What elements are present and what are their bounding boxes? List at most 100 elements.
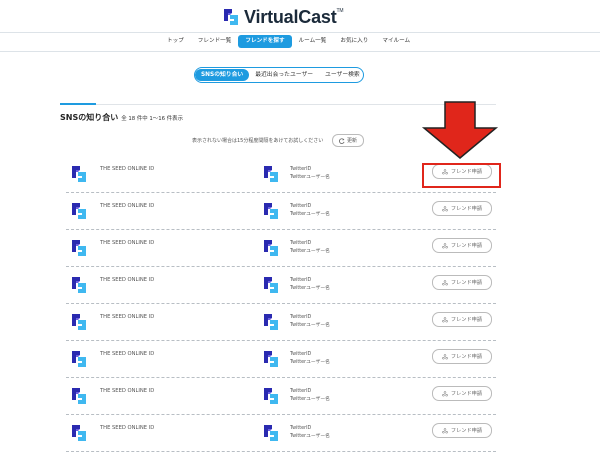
seed-avatar-icon [72,388,86,404]
twitter-name: Twitterユーザー名 [290,397,330,402]
list-item: THE SEED ONLINE ID TwitterID Twitterユーザー名 フ… [66,267,496,304]
seed-avatar-icon [72,425,86,441]
subtab-0[interactable]: SNSの知り合い [195,69,250,81]
twitter-id: TwitterID [290,204,312,209]
friend-list: THE SEED ONLINE ID TwitterID Twitterユーザー名フ… [66,156,496,452]
seed-avatar-icon [72,166,86,182]
list-item: THE SEED ONLINE ID TwitterID Twitterユーザー名フ… [66,415,496,452]
refresh-label: 更新 [346,138,357,144]
friend-request-label: フレンド申請 [450,317,483,323]
friend-request-icon [442,390,448,396]
twitter-avatar-icon [264,240,278,256]
nav-item-3[interactable]: ルーム一覧 [292,35,334,48]
virtualcast-logo-icon[interactable] [222,7,240,27]
seed-online-id: THE SEED ONLINE ID [100,314,155,320]
friend-request-button[interactable]: フレンド申請 [432,386,492,401]
twitter-info: TwitterID Twitterユーザー名 [290,314,330,330]
nav-item-2[interactable]: フレンドを探す [238,35,292,48]
section-divider-accent [60,103,96,105]
twitter-avatar-icon [264,425,278,441]
friend-request-icon [442,316,448,322]
twitter-info: TwitterID Twitterユーザー名 [290,203,330,219]
twitter-info: TwitterID Twitterユーザー名 [290,240,330,256]
twitter-id: TwitterID [290,315,312,320]
friend-request-icon [442,205,448,211]
friend-request-button[interactable]: フレンド申請 [432,201,492,216]
twitter-info: TwitterID Twitterユーザー名 [290,277,330,293]
seed-avatar-icon [72,351,86,367]
twitter-avatar-icon [264,351,278,367]
friend-request-label: フレンド申請 [450,354,483,360]
highlight-box [422,163,501,188]
seed-online-id: THE SEED ONLINE ID [100,277,155,283]
list-item: THE SEED ONLINE ID TwitterID Twitterユーザー名 フ… [66,341,496,378]
list-item: THE SEED ONLINE ID TwitterID Twitterユーザー名 フ… [66,378,496,415]
twitter-name: Twitterユーザー名 [290,434,330,439]
section-title-text: SNSの知り合い [60,113,119,122]
twitter-avatar-icon [264,203,278,219]
friend-request-label: フレンド申請 [450,391,483,397]
seed-avatar-icon [72,314,86,330]
nav-item-0[interactable]: トップ [160,35,191,48]
nav-item-1[interactable]: フレンド一覧 [191,35,239,48]
friend-request-icon [442,427,448,433]
twitter-id: TwitterID [290,167,312,172]
list-item: THE SEED ONLINE ID TwitterID Twitterユーザー名 フ… [66,230,496,267]
friend-request-button[interactable]: フレンド申請 [432,275,492,290]
list-item: THE SEED ONLINE ID TwitterID Twitterユーザー名 フ… [66,193,496,230]
friend-request-button[interactable]: フレンド申請 [432,349,492,364]
seed-online-id: THE SEED ONLINE ID [100,351,155,357]
twitter-name: Twitterユーザー名 [290,360,330,365]
friend-request-label: フレンド申請 [450,280,483,286]
red-down-arrow [421,101,499,159]
brand-name[interactable]: VirtualCastTM [244,7,344,28]
twitter-id: TwitterID [290,278,312,283]
friend-request-label: フレンド申請 [450,206,483,212]
seed-avatar-icon [72,203,86,219]
main-nav: トップ フレンド一覧 フレンドを探す ルーム一覧 お気に入り マイルーム [0,32,600,52]
nav-item-4[interactable]: お気に入り [333,35,375,48]
seed-online-id: THE SEED ONLINE ID [100,203,155,209]
hint-text: 表示されない場合は15分程度間隔をあけてお試しください [192,138,324,144]
twitter-info: TwitterID Twitterユーザー名 [290,388,330,404]
seed-avatar-icon [72,240,86,256]
twitter-name: Twitterユーザー名 [290,323,330,328]
friend-request-button[interactable]: フレンド申請 [432,423,492,438]
twitter-name: Twitterユーザー名 [290,286,330,291]
friend-search-subtabs: SNSの知り合い 最近出会ったユーザー ユーザー検索 [194,67,364,83]
section-title: SNSの知り合い全 18 件中 1〜16 件表示 [60,112,183,123]
list-item: THE SEED ONLINE ID TwitterID Twitterユーザー名 フ… [66,304,496,341]
twitter-avatar-icon [264,388,278,404]
twitter-avatar-icon [264,166,278,182]
site-header: VirtualCastTM [0,6,600,30]
subtab-1[interactable]: 最近出会ったユーザー [249,69,319,81]
seed-online-id: THE SEED ONLINE ID [100,240,155,246]
seed-avatar-icon [72,277,86,293]
twitter-info: TwitterID Twitterユーザー名 [290,425,330,441]
twitter-info: TwitterID Twitterユーザー名 [290,351,330,367]
friend-request-button[interactable]: フレンド申請 [432,312,492,327]
friend-request-label: フレンド申請 [450,428,483,434]
nav-item-5[interactable]: マイルーム [375,35,417,48]
twitter-id: TwitterID [290,352,312,357]
subtab-2[interactable]: ユーザー検索 [319,69,363,81]
friend-request-icon [442,242,448,248]
twitter-name: Twitterユーザー名 [290,212,330,217]
seed-online-id: THE SEED ONLINE ID [100,166,155,172]
twitter-name: Twitterユーザー名 [290,249,330,254]
refresh-icon [339,137,345,144]
twitter-info: TwitterID Twitterユーザー名 [290,166,330,182]
refresh-button[interactable]: 更新 [332,134,364,147]
result-count: 全 18 件中 1〜16 件表示 [121,116,183,122]
twitter-id: TwitterID [290,426,312,431]
seed-online-id: THE SEED ONLINE ID [100,388,155,394]
friend-request-button[interactable]: フレンド申請 [432,238,492,253]
twitter-name: Twitterユーザー名 [290,175,330,180]
twitter-id: TwitterID [290,241,312,246]
twitter-avatar-icon [264,314,278,330]
twitter-avatar-icon [264,277,278,293]
friend-request-label: フレンド申請 [450,243,483,249]
friend-request-icon [442,279,448,285]
friend-request-icon [442,353,448,359]
twitter-id: TwitterID [290,389,312,394]
